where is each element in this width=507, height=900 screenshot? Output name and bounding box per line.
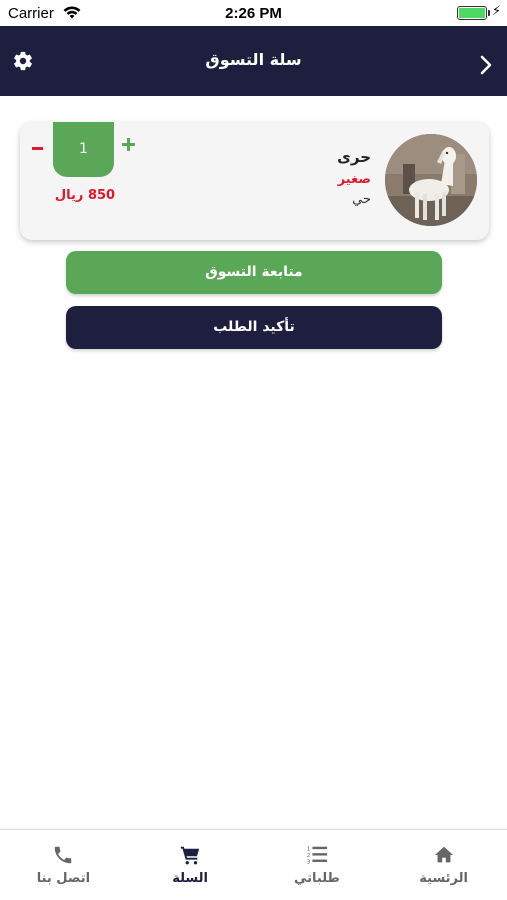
battery-icon — [457, 6, 487, 20]
cart-item-card: حرى صغير حي 1 850 ريال — [20, 122, 489, 240]
product-size: صغير — [337, 172, 371, 187]
status-time: 2:26 PM — [225, 5, 282, 22]
confirm-order-button[interactable]: تأكيد الطلب — [66, 306, 442, 349]
list-icon: 1 2 3 — [307, 846, 327, 865]
tab-orders[interactable]: 1 2 3 طلباتي — [254, 830, 381, 900]
tab-home-label: الرئسية — [419, 871, 468, 886]
home-icon — [434, 846, 453, 863]
status-bar: Carrier 2:26 PM ⚡ — [0, 0, 507, 26]
chevron-right-icon[interactable] — [479, 54, 493, 76]
svg-text:1: 1 — [307, 846, 311, 852]
tab-contact[interactable]: اتصل بنا — [0, 830, 127, 900]
svg-text:2: 2 — [307, 853, 311, 859]
cart-icon — [180, 846, 200, 865]
quantity-value: 1 — [53, 122, 114, 177]
page-title: سلة التسوق — [205, 50, 302, 69]
tab-contact-label: اتصل بنا — [36, 871, 91, 886]
tab-cart-label: السلة — [172, 871, 208, 886]
svg-text:3: 3 — [307, 859, 311, 865]
tab-home[interactable]: الرئسية — [380, 830, 507, 900]
tab-cart[interactable]: السلة — [127, 830, 254, 900]
product-image — [385, 134, 477, 226]
white-goat-photo — [385, 134, 477, 226]
nav-header: سلة التسوق — [0, 26, 507, 96]
phone-icon — [55, 846, 72, 864]
decrease-quantity-button[interactable] — [30, 138, 46, 158]
continue-shopping-button[interactable]: متابعة التسوق — [66, 251, 442, 294]
cart-screen: Carrier 2:26 PM ⚡ سلة التسوق حرى صغير حي… — [0, 0, 507, 900]
product-type: حي — [352, 192, 371, 207]
tab-orders-label: طلباتي — [293, 871, 340, 886]
product-price: 850 ريال — [54, 188, 116, 203]
product-name: حرى — [337, 148, 371, 166]
tab-bar: اتصل بنا السلة 1 2 3 طلباتي الرئسية — [0, 829, 507, 900]
increase-quantity-button[interactable] — [121, 137, 137, 153]
charging-icon: ⚡ — [491, 4, 501, 19]
battery-tip — [488, 10, 490, 16]
